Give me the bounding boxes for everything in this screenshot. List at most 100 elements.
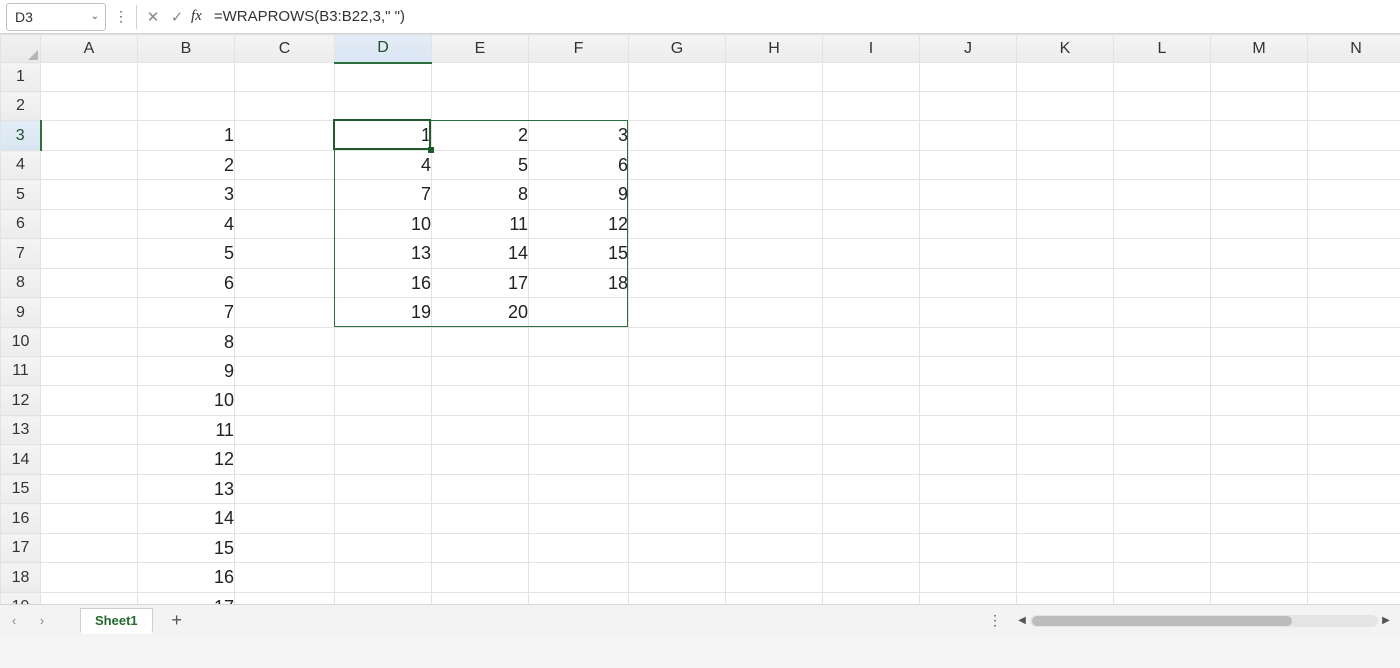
cell[interactable] — [235, 210, 335, 239]
cell[interactable] — [726, 63, 823, 92]
cell[interactable] — [1114, 239, 1211, 269]
confirm-formula-icon[interactable]: ✓ — [165, 8, 189, 26]
cell[interactable] — [529, 386, 629, 416]
row-header[interactable]: 15 — [1, 475, 41, 504]
cell[interactable] — [1114, 563, 1211, 593]
cell[interactable] — [41, 239, 138, 269]
cell[interactable] — [920, 92, 1017, 121]
cell[interactable]: 1 — [138, 121, 235, 151]
cell[interactable] — [41, 475, 138, 504]
cell[interactable] — [1114, 121, 1211, 151]
cell[interactable] — [629, 239, 726, 269]
next-sheet-button[interactable]: › — [28, 605, 56, 636]
cell[interactable] — [920, 445, 1017, 475]
cell[interactable] — [335, 563, 432, 593]
cell[interactable]: 5 — [432, 151, 529, 180]
cell[interactable]: 12 — [138, 445, 235, 475]
cell[interactable] — [1114, 180, 1211, 210]
horizontal-scrollbar[interactable]: ◀ ▶ — [1014, 612, 1394, 630]
cell[interactable]: 9 — [138, 357, 235, 386]
cell[interactable] — [920, 357, 1017, 386]
cell[interactable] — [235, 563, 335, 593]
cell[interactable] — [235, 63, 335, 92]
cell[interactable] — [920, 298, 1017, 328]
cell[interactable] — [726, 180, 823, 210]
cell[interactable] — [1211, 269, 1308, 298]
cell[interactable] — [920, 386, 1017, 416]
cell[interactable] — [529, 475, 629, 504]
cell[interactable] — [1017, 357, 1114, 386]
cell[interactable] — [1017, 121, 1114, 151]
row-header[interactable]: 18 — [1, 563, 41, 593]
row-header[interactable]: 10 — [1, 328, 41, 357]
cell[interactable] — [1211, 298, 1308, 328]
cell[interactable] — [920, 121, 1017, 151]
cell[interactable] — [41, 416, 138, 445]
cell[interactable] — [920, 239, 1017, 269]
cell[interactable] — [629, 504, 726, 534]
cell[interactable] — [629, 151, 726, 180]
cell[interactable] — [1211, 180, 1308, 210]
cell[interactable] — [726, 534, 823, 563]
cell[interactable] — [1308, 475, 1400, 504]
name-box-caret-icon[interactable]: ⌄ — [91, 11, 99, 22]
cell[interactable] — [1308, 563, 1400, 593]
cell[interactable] — [823, 416, 920, 445]
column-header[interactable]: F — [529, 35, 629, 63]
cell[interactable]: 10 — [138, 386, 235, 416]
cell[interactable] — [1211, 151, 1308, 180]
cell[interactable] — [1211, 534, 1308, 563]
cell[interactable] — [1017, 328, 1114, 357]
formula-input[interactable] — [210, 0, 1400, 33]
cell[interactable] — [823, 63, 920, 92]
cell[interactable] — [920, 269, 1017, 298]
cell[interactable]: 14 — [138, 504, 235, 534]
cell[interactable] — [1211, 239, 1308, 269]
cell[interactable] — [41, 151, 138, 180]
cell[interactable] — [823, 92, 920, 121]
cell[interactable] — [235, 92, 335, 121]
cell[interactable]: 9 — [529, 180, 629, 210]
cell[interactable] — [335, 534, 432, 563]
spreadsheet-grid[interactable]: ABCDEFGHIJKLMN12311234245653789641011127… — [0, 34, 1400, 636]
cell[interactable] — [726, 269, 823, 298]
column-header[interactable]: J — [920, 35, 1017, 63]
cell[interactable] — [629, 563, 726, 593]
cell[interactable] — [41, 357, 138, 386]
cell[interactable] — [529, 298, 629, 328]
cell[interactable] — [1308, 386, 1400, 416]
cell[interactable] — [235, 357, 335, 386]
cell[interactable] — [1114, 210, 1211, 239]
cell[interactable] — [1017, 475, 1114, 504]
select-all-corner[interactable] — [1, 35, 41, 63]
cell[interactable] — [1114, 475, 1211, 504]
cell[interactable] — [1308, 298, 1400, 328]
cell[interactable] — [823, 121, 920, 151]
cell[interactable] — [726, 151, 823, 180]
cell[interactable] — [335, 504, 432, 534]
cell[interactable] — [726, 92, 823, 121]
cell[interactable] — [1308, 151, 1400, 180]
row-header[interactable]: 3 — [1, 121, 41, 151]
row-header[interactable]: 13 — [1, 416, 41, 445]
cell[interactable] — [235, 298, 335, 328]
cell[interactable] — [335, 357, 432, 386]
cell[interactable]: 2 — [138, 151, 235, 180]
cell[interactable] — [432, 475, 529, 504]
row-header[interactable]: 17 — [1, 534, 41, 563]
cell[interactable] — [1017, 534, 1114, 563]
cell[interactable] — [1308, 357, 1400, 386]
cell[interactable] — [1211, 445, 1308, 475]
cell[interactable] — [432, 534, 529, 563]
cancel-formula-icon[interactable]: ✕ — [141, 8, 165, 26]
cell[interactable] — [1017, 92, 1114, 121]
cell[interactable]: 11 — [432, 210, 529, 239]
cell[interactable] — [1308, 416, 1400, 445]
cell[interactable] — [1114, 92, 1211, 121]
cell[interactable] — [823, 563, 920, 593]
cell[interactable]: 1 — [335, 121, 432, 151]
cell[interactable]: 13 — [138, 475, 235, 504]
cell[interactable] — [235, 269, 335, 298]
cell[interactable]: 3 — [138, 180, 235, 210]
cell[interactable] — [41, 269, 138, 298]
